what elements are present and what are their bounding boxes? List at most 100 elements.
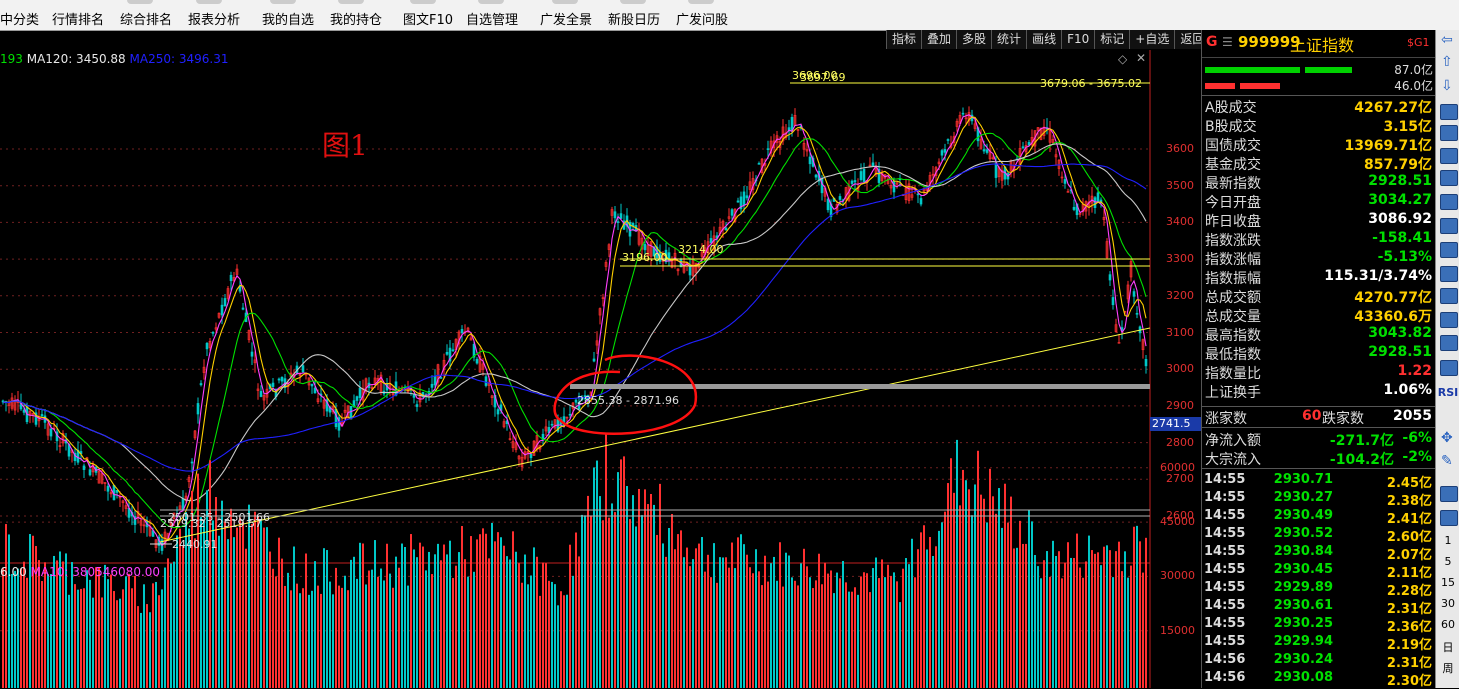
arrow-up-icon[interactable]: ⇧ <box>1441 54 1453 70</box>
stock-name: 上证指数 <box>1290 36 1355 55</box>
fs-icon[interactable] <box>1440 486 1458 502</box>
volume-bar <box>299 593 301 688</box>
candle-body <box>766 148 770 150</box>
menu-ipo-calendar[interactable]: 新股日历 <box>608 9 660 28</box>
volume-bar <box>1145 537 1147 688</box>
info-icon[interactable] <box>1440 360 1458 376</box>
volume-bar <box>140 612 142 688</box>
bar-chart-icon[interactable] <box>1440 218 1458 234</box>
chart-icon[interactable] <box>1440 242 1458 258</box>
volume-bar <box>950 458 952 688</box>
volume-bar <box>239 517 241 688</box>
volume-bar <box>479 534 481 688</box>
rsi-button[interactable]: RSI <box>1436 386 1459 399</box>
volume-bar <box>281 558 283 688</box>
volume-bar <box>545 563 547 688</box>
move-icon[interactable]: ✥ <box>1441 430 1453 446</box>
period-button[interactable]: 15 <box>1436 576 1459 589</box>
volume-bar <box>1031 521 1033 688</box>
volume-bar <box>5 524 7 688</box>
period-button[interactable]: 60 <box>1436 618 1459 631</box>
volume-bar <box>314 561 316 688</box>
fc-icon[interactable] <box>1440 335 1458 351</box>
volume-bar <box>11 574 13 688</box>
arrow-left-icon[interactable]: ⇦ <box>1441 32 1453 48</box>
quote-value: 1.22 <box>1397 363 1432 379</box>
fe-icon[interactable] <box>1440 312 1458 328</box>
grid-icon[interactable] <box>1440 125 1458 141</box>
period-button[interactable]: 日 <box>1436 639 1459 655</box>
kline-chart[interactable] <box>0 30 1200 688</box>
volume-bar <box>596 460 598 688</box>
menu-ranking[interactable]: 行情排名 <box>52 9 104 28</box>
panel-icon[interactable] <box>1440 266 1458 282</box>
period-button[interactable]: 1 <box>1436 534 1459 547</box>
menu-ask[interactable]: 广发问股 <box>676 9 728 28</box>
inflow-bar-green <box>1205 67 1300 73</box>
tick-row: 14:55 2930.61 2.31亿 <box>1202 598 1436 617</box>
volume-bar <box>929 536 931 688</box>
fiz-icon[interactable] <box>1440 288 1458 304</box>
volume-bar <box>1010 496 1012 688</box>
menu-icon[interactable]: ☰ <box>1222 35 1233 49</box>
volume-bar <box>50 574 52 688</box>
candle-body <box>439 377 443 379</box>
volume-bar <box>866 573 868 688</box>
menu-report-analysis[interactable]: 报表分析 <box>188 9 240 28</box>
divider <box>1202 468 1436 469</box>
toolbar-icon <box>620 0 646 4</box>
volume-bar <box>23 561 25 688</box>
menu-industry[interactable]: 中分类 <box>0 9 39 28</box>
menu-my-holdings[interactable]: 我的持仓 <box>330 9 382 28</box>
volume-bar <box>566 594 568 688</box>
volume-bar <box>713 543 715 688</box>
volume-bar <box>1043 560 1045 688</box>
menu-composite-ranking[interactable]: 综合排名 <box>120 9 172 28</box>
volume-bar <box>1049 576 1051 688</box>
volume-bar <box>548 580 550 688</box>
volume-bar <box>56 560 58 688</box>
volume-bar <box>560 591 562 688</box>
volume-bar <box>83 588 85 688</box>
volume-bar <box>587 495 589 688</box>
period-button[interactable]: 30 <box>1436 597 1459 610</box>
volume-bar <box>509 559 511 688</box>
volume-bar <box>575 532 577 688</box>
menu-watchlist-manage[interactable]: 自选管理 <box>466 9 518 28</box>
volume-bar <box>947 483 949 688</box>
line-chart-icon[interactable] <box>1440 148 1458 164</box>
volume-bar <box>179 528 181 688</box>
image-icon[interactable] <box>1440 510 1458 526</box>
tick-row: 14:56 2930.08 2.30亿 <box>1202 670 1436 689</box>
menu-f10[interactable]: 图文F10 <box>403 9 453 28</box>
table-icon[interactable] <box>1440 104 1458 120</box>
volume-bar <box>410 534 412 688</box>
volume-bar <box>938 530 940 688</box>
quote-row: 最低指数 2928.51 <box>1202 344 1436 363</box>
menu-overview[interactable]: 广发全景 <box>540 9 592 28</box>
volume-bar <box>209 460 211 688</box>
volume-bar <box>1013 548 1015 688</box>
arrow-down-icon[interactable]: ⇩ <box>1441 78 1453 94</box>
volume-bar <box>2 567 4 688</box>
period-button[interactable]: 5 <box>1436 555 1459 568</box>
price-tick: 3200 <box>1166 288 1194 302</box>
volume-bar <box>944 511 946 688</box>
volume-bar <box>911 538 913 688</box>
period-button[interactable]: 周 <box>1436 660 1459 676</box>
quote-row: 最新指数 2928.51 <box>1202 173 1436 192</box>
volume-bar <box>695 548 697 688</box>
volume-bar <box>455 565 457 688</box>
volume-bar <box>932 555 934 688</box>
candle-chart-icon[interactable] <box>1440 170 1458 186</box>
volume-bar <box>836 572 838 688</box>
candle-body <box>919 198 923 205</box>
volume-bar <box>113 591 115 688</box>
f10-icon[interactable] <box>1440 194 1458 210</box>
logo-icon: G <box>1206 34 1218 50</box>
pencil-icon[interactable]: ✎ <box>1441 453 1453 469</box>
menu-my-watchlist[interactable]: 我的自选 <box>262 9 314 28</box>
price-tick: 3300 <box>1166 252 1194 266</box>
support-label-1: 3196.00 <box>622 251 668 264</box>
volume-bar <box>416 557 418 688</box>
